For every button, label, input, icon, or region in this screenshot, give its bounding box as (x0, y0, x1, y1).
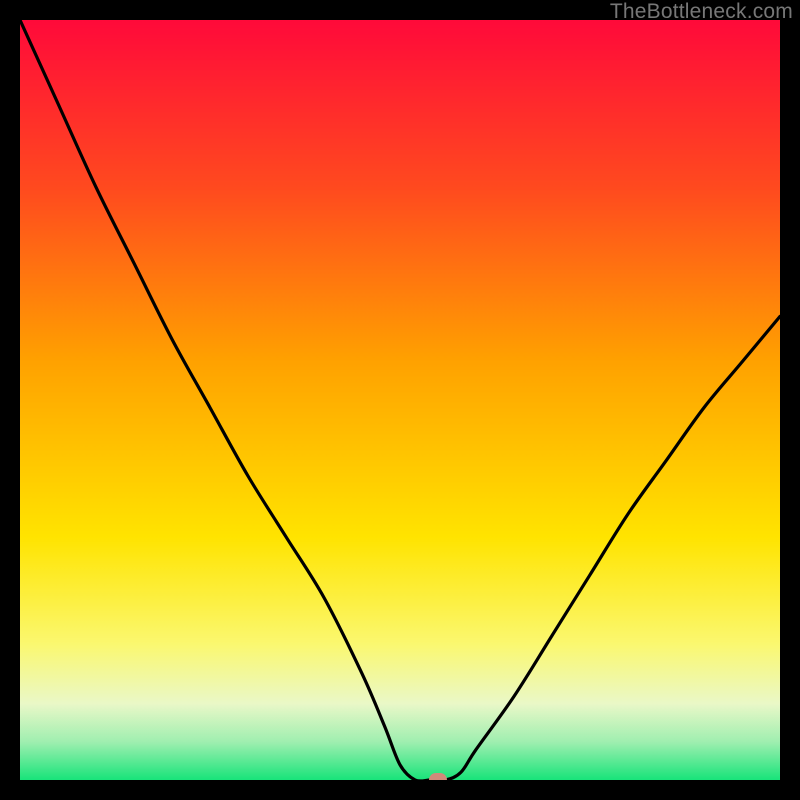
bottleneck-curve (20, 20, 780, 780)
watermark-text: TheBottleneck.com (610, 0, 793, 24)
optimal-point-marker (429, 773, 447, 780)
plot-area (20, 20, 780, 780)
chart-frame: TheBottleneck.com (0, 0, 800, 800)
